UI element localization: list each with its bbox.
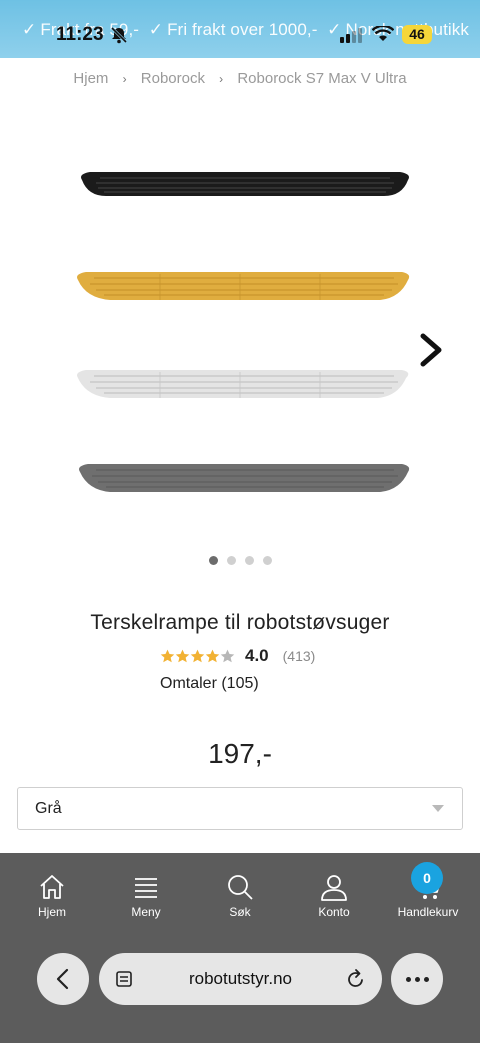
more-dots-icon [405, 976, 411, 982]
carousel-dot[interactable] [244, 556, 254, 565]
rating-count: (413) [282, 648, 316, 664]
battery-indicator: 46 [402, 25, 432, 44]
cart-count-badge: 0 [411, 862, 443, 894]
product-price: 197,- [208, 738, 272, 769]
reviews-link[interactable]: Omtaler (105) [160, 675, 259, 693]
cell-signal-icon [340, 28, 362, 43]
browser-more-button[interactable] [391, 953, 443, 1005]
status-time: 11:23 [56, 24, 104, 45]
breadcrumb-brand[interactable]: Roborock [141, 70, 205, 87]
product-image[interactable] [60, 150, 420, 510]
ramp-black [81, 172, 409, 196]
carousel-dot[interactable] [226, 556, 236, 565]
chevron-right-icon: › [122, 72, 127, 86]
rating-row: 4.0 (413) [160, 646, 315, 666]
nav-item-search[interactable]: Søk [193, 873, 287, 919]
ramp-yellow [77, 272, 410, 300]
nav-item-home[interactable]: Hjem [5, 873, 99, 919]
star-icon [190, 649, 205, 662]
carousel-next-arrow-icon[interactable] [414, 330, 448, 370]
variant-selected-value: Grå [35, 799, 62, 817]
star-icon [175, 649, 190, 662]
nav-label-menu: Meny [131, 905, 161, 919]
account-icon [321, 875, 347, 901]
nav-item-account[interactable]: Konto [287, 873, 381, 919]
bottom-navigation: Hjem Meny Søk Konto Handlekurv [0, 853, 480, 1043]
nav-label-cart: Handlekurv [397, 905, 459, 919]
search-icon [228, 875, 253, 900]
ramp-grey [79, 464, 410, 492]
chevron-left-icon [56, 968, 69, 990]
chevron-right-icon: › [219, 72, 224, 86]
check-icon: ✓ [22, 20, 37, 39]
dropdown-caret-icon [432, 805, 444, 812]
ramp-white [77, 370, 409, 398]
rating-value: 4.0 [245, 646, 269, 665]
carousel-dots [0, 556, 480, 565]
nav-label-home: Hjem [37, 905, 66, 919]
address-bar[interactable]: robotutstyr.no [99, 953, 382, 1005]
rating-stars [160, 649, 235, 664]
address-bar-url: robotutstyr.no [188, 969, 292, 988]
home-icon [40, 875, 64, 899]
breadcrumb-home[interactable]: Hjem [73, 70, 108, 87]
banner-message-2: Fri frakt over 1000,- [167, 20, 318, 39]
menu-icon [135, 878, 157, 898]
reload-icon[interactable] [346, 968, 366, 990]
breadcrumb: Hjem › Roborock › Roborock S7 Max V Ultr… [0, 70, 480, 87]
breadcrumb-product[interactable]: Roborock S7 Max V Ultra [237, 70, 406, 87]
top-banner: ✓ Frakt fra 59,- ✓ Fri frakt over 1000,- ✓… [0, 0, 480, 58]
nav-item-menu[interactable]: Meny [99, 873, 193, 919]
nav-label-search: Søk [229, 905, 251, 919]
variant-select[interactable]: Grå [17, 787, 463, 830]
star-empty-icon [220, 649, 235, 662]
carousel-dot[interactable] [262, 556, 272, 565]
wifi-icon [372, 26, 394, 41]
star-icon [205, 649, 220, 662]
carousel-dot[interactable] [208, 556, 218, 565]
bell-muted-icon [110, 26, 128, 44]
browser-back-button[interactable] [37, 953, 89, 1005]
star-icon [160, 649, 175, 662]
product-title: Terskelrampe til robotstøvsuger [90, 611, 390, 634]
nav-label-account: Konto [318, 905, 350, 919]
check-icon: ✓ [148, 20, 164, 39]
